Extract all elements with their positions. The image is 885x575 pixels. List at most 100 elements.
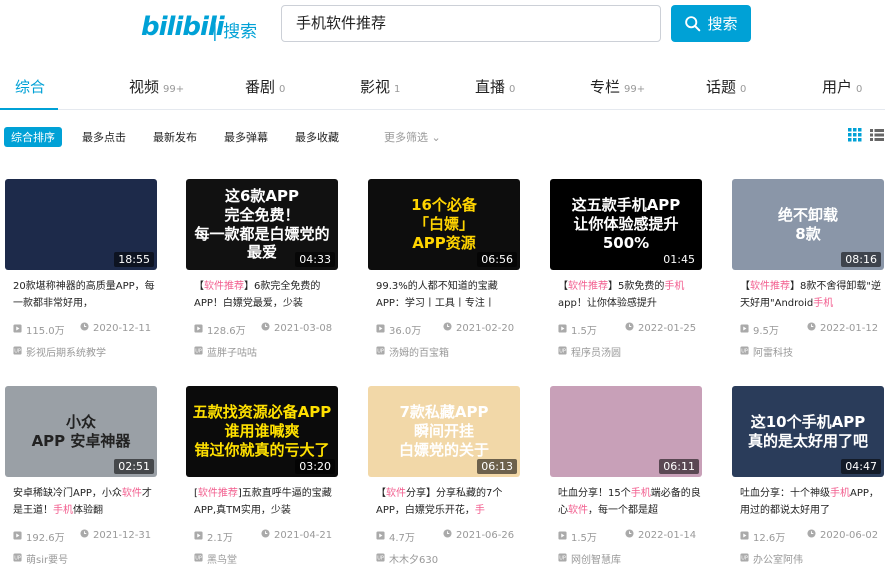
view-switcher [848,128,884,142]
sort-most-favorites[interactable]: 最多收藏 [295,129,339,145]
video-card[interactable]: 06:11 吐血分享！15个手机端必备的良心软件，每一个都是超 1.5万 2022-0… [550,386,702,572]
video-title[interactable]: 安卓稀缺冷门APP，小众软件才是王道！手机体验翻 [13,485,157,521]
play-icon [13,530,22,543]
uploader-name: 黑鸟堂 [207,555,237,566]
video-title[interactable]: 【软件分享】分享私藏的7个APP，白嫖党乐开花，手 [376,485,520,521]
uploader-icon: UP [558,552,567,565]
uploader[interactable]: UP 蓝胖子咕咕 [194,344,257,359]
uploader[interactable]: UP 程序员汤圆 [558,344,621,359]
tab-user[interactable]: 用户 0 [822,76,862,97]
title-text: 【 [194,281,204,292]
tab-bangumi[interactable]: 番剧 0 [245,76,285,97]
video-thumbnail[interactable]: 小众 APP 安卓神器 02:51 [5,386,157,477]
uploader-icon: UP [740,345,749,358]
publish-date-value: 2021-12-31 [93,529,152,541]
clock-icon [807,529,816,541]
keyword-highlight: 软件推荐 [750,281,790,292]
sort-newest[interactable]: 最新发布 [153,129,197,145]
video-card[interactable]: 这6款APP 完全免费！ 每一款都是白嫖党的最爱 04:33 【软件推荐】6款完全免… [186,179,338,365]
play-count: 1.5万 [558,322,597,337]
video-thumbnail[interactable]: 绝不卸载 8款 08:16 [732,179,884,270]
publish-date: 2022-01-14 [625,529,696,541]
play-count: 9.5万 [740,322,779,337]
tab-count: 0 [856,84,863,95]
video-duration: 18:55 [114,252,154,267]
uploader-icon: UP [376,552,385,565]
uploader[interactable]: UP 影视后期系统教学 [13,344,106,359]
video-title[interactable]: 【软件推荐】8款不舍得卸载"逆天好用"Android手机 [740,278,884,314]
play-count: 4.7万 [376,529,415,544]
uploader[interactable]: UP 萌sir要号 [13,551,68,566]
title-text: app！让你体验感提升 [558,298,657,309]
video-thumbnail[interactable]: 这五款手机APP 让你体验感提升500% 01:45 [550,179,702,270]
publish-date-value: 2022-01-14 [638,529,697,541]
video-card[interactable]: 7款私藏APP 瞬间开挂 白嫖党的关于 06:13 【软件分享】分享私藏的7个APP… [368,386,520,572]
play-icon [376,323,385,336]
uploader-name: 影视后期系统教学 [26,348,106,359]
video-title[interactable]: 99.3%的人都不知道的宝藏APP：学习丨工具丨专注丨 [376,278,520,314]
grid-view-icon[interactable] [848,128,862,142]
video-card[interactable]: 16个必备 「白嫖」 APP资源 06:56 99.3%的人都不知道的宝藏APP：学… [368,179,520,365]
publish-date: 2021-06-26 [443,529,514,541]
title-text: 20款堪称神器的高质量APP，每一款都非常好用， [13,281,155,309]
publish-date-value: 2021-02-20 [456,322,515,334]
svg-text:UP: UP [559,555,566,561]
video-card[interactable]: 绝不卸载 8款 08:16 【软件推荐】8款不舍得卸载"逆天好用"Android手机… [732,179,884,365]
tab-film[interactable]: 影视 1 [360,76,400,97]
list-view-icon[interactable] [870,128,884,142]
video-thumbnail[interactable]: 五款找资源必备APP 谁用谁喊爽 错过你就真的亏大了 03:20 [186,386,338,477]
svg-text:UP: UP [377,348,384,354]
more-filters-label: 更多筛选 [384,131,428,144]
tab-video[interactable]: 视频 99+ [129,76,184,97]
keyword-highlight: 手 [474,505,485,516]
video-title[interactable]: 吐血分享！15个手机端必备的良心软件，每一个都是超 [558,485,702,521]
tab-article[interactable]: 专栏 99+ [590,76,645,97]
search-button[interactable]: 搜索 [671,5,751,42]
video-thumbnail[interactable]: 16个必备 「白嫖」 APP资源 06:56 [368,179,520,270]
video-thumbnail[interactable]: 18:55 [5,179,157,270]
uploader[interactable]: UP 网创智慧库 [558,551,621,566]
keyword-highlight: 软件 [568,505,588,516]
video-thumbnail[interactable]: 这10个手机APP 真的是太好用了吧 04:47 [732,386,884,477]
uploader[interactable]: UP 阿雷科技 [740,344,793,359]
video-card[interactable]: 小众 APP 安卓神器 02:51 安卓稀缺冷门APP，小众软件才是王道！手机体验翻… [5,386,157,572]
video-thumbnail[interactable]: 06:11 [550,386,702,477]
keyword-highlight: 手机 [53,505,73,516]
tab-label: 话题 [706,78,737,96]
search-input[interactable]: 手机软件推荐 [281,5,661,42]
video-title[interactable]: 【软件推荐】5款免费的手机 app！让你体验感提升 [558,278,702,314]
video-duration: 08:16 [841,252,881,267]
sort-most-danmaku[interactable]: 最多弹幕 [224,129,268,145]
video-card[interactable]: 五款找资源必备APP 谁用谁喊爽 错过你就真的亏大了 03:20 [软件推荐]五款直… [186,386,338,572]
uploader-icon: UP [194,552,203,565]
sort-most-clicks[interactable]: 最多点击 [82,129,126,145]
keyword-highlight: 软件推荐 [204,281,244,292]
tab-topic[interactable]: 话题 0 [706,76,746,97]
video-card[interactable]: 18:55 20款堪称神器的高质量APP，每一款都非常好用， 115.0万 2020-… [5,179,157,365]
tab-live[interactable]: 直播 0 [475,76,515,97]
video-thumbnail[interactable]: 这6款APP 完全免费！ 每一款都是白嫖党的最爱 04:33 [186,179,338,270]
video-card[interactable]: 这10个手机APP 真的是太好用了吧 04:47 吐血分享：十个神级手机APP，用过… [732,386,884,572]
publish-date: 2020-06-02 [807,529,878,541]
uploader[interactable]: UP 木木夕630 [376,551,438,566]
video-thumbnail[interactable]: 7款私藏APP 瞬间开挂 白嫖党的关于 06:13 [368,386,520,477]
publish-date: 2021-02-20 [443,322,514,334]
uploader-icon: UP [376,345,385,358]
title-text: ，每一个都是超 [588,505,658,516]
uploader[interactable]: UP 黑鸟堂 [194,551,237,566]
play-icon [558,530,567,543]
keyword-highlight: 软件推荐 [197,488,238,499]
search-icon [685,16,701,32]
video-title[interactable]: 【软件推荐】6款完全免费的APP！白嫖党最爱，少装 [194,278,338,314]
sort-default[interactable]: 综合排序 [4,127,62,147]
more-filters[interactable]: 更多筛选 ⌄ [384,129,441,145]
video-title[interactable]: [软件推荐]五款直呼牛逼的宝藏APP,真TM实用，少装 [194,485,338,521]
play-count-value: 4.7万 [389,533,415,544]
chevron-down-icon: ⌄ [431,131,441,144]
tab-all[interactable]: 综合 [15,76,49,97]
video-title[interactable]: 20款堪称神器的高质量APP，每一款都非常好用， [13,278,157,314]
video-card[interactable]: 这五款手机APP 让你体验感提升500% 01:45 【软件推荐】5款免费的手机 ap… [550,179,702,365]
video-title[interactable]: 吐血分享：十个神级手机APP，用过的都说太好用了 [740,485,884,521]
uploader[interactable]: UP 汤姆的百宝箱 [376,344,449,359]
uploader[interactable]: UP 办公室阿伟 [740,551,803,566]
